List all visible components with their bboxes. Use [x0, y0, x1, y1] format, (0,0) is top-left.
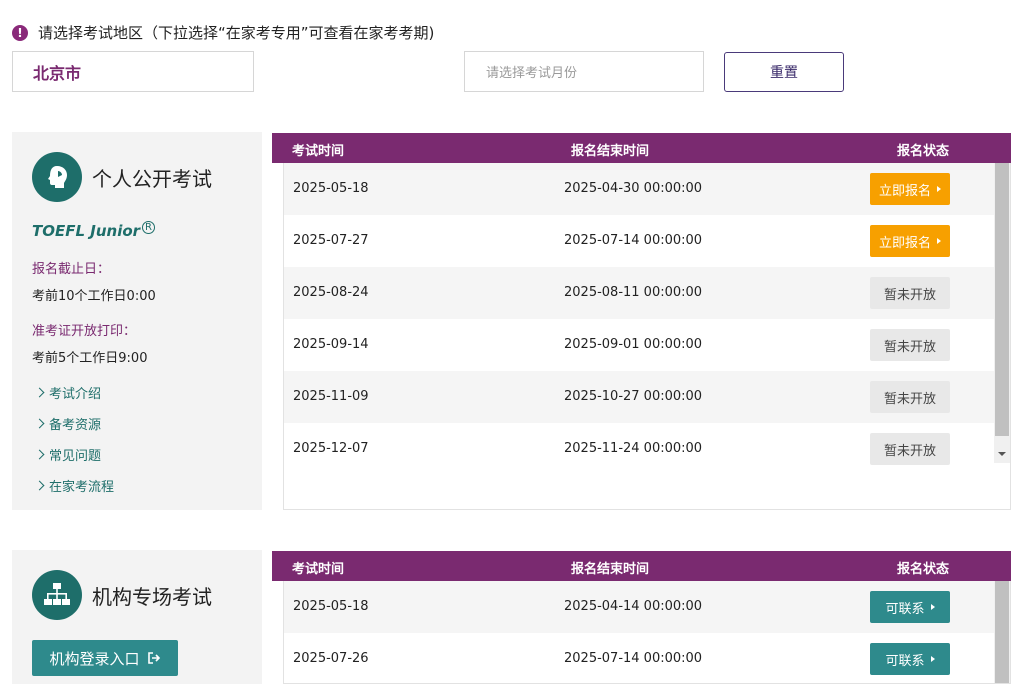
registered-mark: R: [142, 221, 155, 234]
row-date: 2025-05-18: [293, 181, 369, 196]
org-exam-title: 机构专场考试: [92, 584, 212, 609]
table-scrollbar[interactable]: [994, 163, 1010, 463]
row-deadline: 2025-08-11 00:00:00: [564, 285, 703, 300]
scroll-thumb[interactable]: [995, 163, 1009, 436]
row-date: 2025-05-18: [293, 599, 369, 614]
table-header: 考试时间 报名结束时间 报名状态: [272, 133, 1011, 163]
link-prep-resources[interactable]: 备考资源: [12, 414, 262, 433]
link-faq[interactable]: 常见问题: [12, 445, 262, 464]
reset-button[interactable]: 重置: [724, 52, 844, 92]
org-exam-card: 机构专场考试 机构登录入口: [12, 550, 262, 684]
status-label: 可联系: [885, 653, 925, 669]
table-row: 2025-11-09 2025-10-27 00:00:00 暂未开放: [284, 371, 1010, 423]
row-date: 2025-11-09: [293, 389, 369, 404]
col-exam-time: 考试时间: [292, 144, 345, 159]
not-open-badge: 暂未开放: [870, 329, 950, 361]
table-row: 2025-07-27 2025-07-14 00:00:00 立即报名: [284, 215, 1010, 267]
row-deadline: 2025-04-30 00:00:00: [564, 181, 703, 196]
login-icon: [147, 652, 160, 664]
row-date: 2025-08-24: [293, 285, 369, 300]
col-deadline: 报名结束时间: [571, 144, 650, 159]
public-exam-header: 个人公开考试: [12, 132, 262, 222]
month-placeholder: 请选择考试月份: [486, 66, 578, 81]
deadline-value: 考前10个工作日0:00: [32, 289, 156, 304]
status-label: 立即报名: [878, 183, 931, 199]
print-value: 考前5个工作日9:00: [32, 351, 148, 366]
row-deadline: 2025-09-01 00:00:00: [564, 337, 703, 352]
col-exam-time: 考试时间: [292, 562, 345, 577]
public-exam-table: 考试时间 报名结束时间 报名状态 2025-05-18 2025-04-30 0…: [272, 133, 1011, 510]
col-status: 报名状态: [897, 562, 950, 577]
link-label: 备考资源: [49, 418, 102, 433]
org-exam-table: 考试时间 报名结束时间 报名状态 2025-05-18 2025-04-14 0…: [272, 551, 1011, 684]
table-row: 2025-09-14 2025-09-01 00:00:00 暂未开放: [284, 319, 1010, 371]
exclamation-icon: !: [12, 24, 28, 41]
table-scrollbar[interactable]: [994, 581, 1010, 683]
contact-button[interactable]: 可联系: [870, 591, 950, 623]
brand-text: TOEFL Junior: [32, 222, 141, 240]
public-exam-card: 个人公开考试 TOEFL Junior R 报名截止日： 考前10个工作日0:00…: [12, 132, 262, 510]
caret-right-icon: [937, 186, 941, 192]
row-date: 2025-07-26: [293, 651, 369, 666]
link-label: 在家考流程: [49, 480, 115, 495]
table-header: 考试时间 报名结束时间 报名状态: [272, 551, 1011, 581]
row-deadline: 2025-07-14 00:00:00: [564, 651, 703, 666]
print-label: 准考证开放打印：: [32, 324, 137, 339]
table-body[interactable]: 2025-05-18 2025-04-30 00:00:00 立即报名 2025…: [283, 163, 1011, 510]
table-row: 2025-05-18 2025-04-14 00:00:00 可联系: [284, 581, 1010, 633]
rows: 2025-05-18 2025-04-30 00:00:00 立即报名 2025…: [284, 163, 1010, 475]
caret-right-icon: [930, 604, 935, 610]
caret-right-icon: [930, 656, 935, 662]
region-select[interactable]: 北京市: [12, 51, 254, 92]
org-login-button[interactable]: 机构登录入口: [32, 640, 178, 676]
register-now-button[interactable]: 立即报名: [870, 225, 950, 257]
col-deadline: 报名结束时间: [571, 562, 650, 577]
deadline-label: 报名截止日：: [32, 262, 111, 277]
region-value: 北京市: [33, 63, 82, 83]
register-now-button[interactable]: 立即报名: [870, 173, 950, 205]
org-exam-header: 机构专场考试: [12, 550, 262, 640]
public-exam-title: 个人公开考试: [92, 166, 212, 191]
table-row: 2025-05-18 2025-04-30 00:00:00 立即报名: [284, 163, 1010, 215]
link-label: 考试介绍: [49, 387, 102, 402]
row-deadline: 2025-11-24 00:00:00: [564, 441, 703, 456]
row-date: 2025-07-27: [293, 233, 369, 248]
chevron-right-icon: [34, 449, 45, 460]
scroll-thumb[interactable]: [995, 581, 1009, 683]
toefl-junior-logo: TOEFL Junior R: [12, 221, 262, 250]
person-profile-icon: [32, 152, 82, 202]
chevron-right-icon: [34, 418, 45, 429]
table-row: 2025-08-24 2025-08-11 00:00:00 暂未开放: [284, 267, 1010, 319]
status-label: 可联系: [885, 601, 925, 617]
table-row: 2025-12-07 2025-11-24 00:00:00 暂未开放: [284, 423, 1010, 475]
row-deadline: 2025-07-14 00:00:00: [564, 233, 703, 248]
row-deadline: 2025-10-27 00:00:00: [564, 389, 703, 404]
link-home-exam-process[interactable]: 在家考流程: [12, 476, 262, 495]
notice-text: 请选择考试地区（下拉选择“在家考专用”可查看在家考考期): [38, 24, 435, 42]
table-row: 2025-07-26 2025-07-14 00:00:00 可联系: [284, 633, 1010, 683]
chevron-right-icon: [34, 480, 45, 491]
org-chart-icon: [32, 570, 82, 620]
not-open-badge: 暂未开放: [870, 433, 950, 465]
row-date: 2025-09-14: [293, 337, 369, 352]
region-notice: ! 请选择考试地区（下拉选择“在家考专用”可查看在家考考期): [12, 22, 434, 43]
scroll-down-arrow-icon[interactable]: [998, 452, 1006, 456]
caret-right-icon: [937, 238, 941, 244]
contact-button[interactable]: 可联系: [870, 643, 950, 675]
not-open-badge: 暂未开放: [870, 277, 950, 309]
chevron-right-icon: [34, 387, 45, 398]
row-deadline: 2025-04-14 00:00:00: [564, 599, 703, 614]
col-status: 报名状态: [897, 144, 950, 159]
table-body[interactable]: 2025-05-18 2025-04-14 00:00:00 可联系 2025-…: [283, 581, 1011, 684]
status-label: 立即报名: [878, 235, 931, 251]
not-open-badge: 暂未开放: [870, 381, 950, 413]
month-input[interactable]: 请选择考试月份: [464, 51, 704, 92]
link-label: 常见问题: [49, 449, 102, 464]
link-exam-intro[interactable]: 考试介绍: [12, 383, 262, 402]
row-date: 2025-12-07: [293, 441, 369, 456]
org-login-label: 机构登录入口: [49, 649, 140, 668]
